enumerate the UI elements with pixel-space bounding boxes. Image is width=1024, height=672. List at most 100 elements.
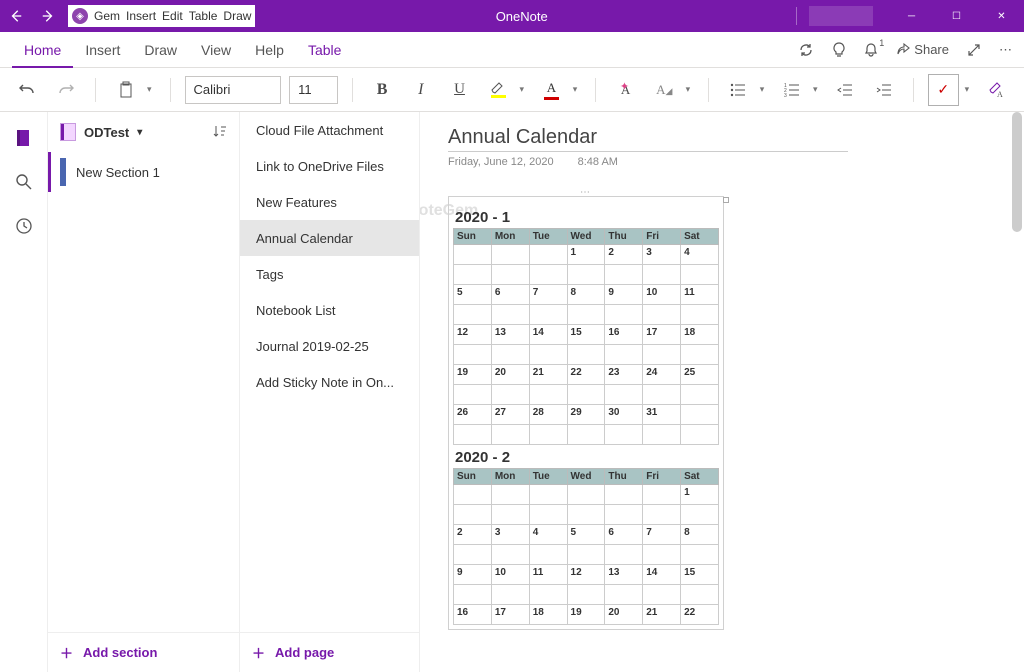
calendar-cell[interactable] [567,385,605,405]
more-button[interactable]: ⋯ [999,42,1012,58]
calendar-cell[interactable] [567,265,605,285]
close-button[interactable]: ✕ [979,0,1024,32]
calendar-cell[interactable] [529,545,567,565]
calendar-cell[interactable]: 10 [643,285,681,305]
page-item[interactable]: Tags [240,256,419,292]
minimize-button[interactable]: ─ [889,0,934,32]
styles-dropdown[interactable]: ▾ [686,84,691,95]
font-color-button[interactable]: A [536,74,567,106]
page-item[interactable]: Notebook List [240,292,419,328]
calendar-cell[interactable] [643,585,681,605]
search-button[interactable] [4,162,44,202]
calendar-cell[interactable] [454,505,492,525]
add-page-button[interactable]: ＋ Add page [240,632,419,672]
calendar-cell[interactable] [491,545,529,565]
calendar-cell[interactable] [529,485,567,505]
calendar-cell[interactable] [567,545,605,565]
calendar-cell[interactable] [681,405,719,425]
calendar-cell[interactable] [491,585,529,605]
calendar-cell[interactable] [454,485,492,505]
calendar-cell[interactable] [605,425,643,445]
page-item[interactable]: Annual Calendar [240,220,419,256]
calendar-cell[interactable]: 16 [605,325,643,345]
calendar-cell[interactable] [643,385,681,405]
calendar-cell[interactable]: 1 [567,245,605,265]
calendar-cell[interactable] [681,545,719,565]
calendar-cell[interactable] [643,505,681,525]
notebooks-button[interactable] [4,118,44,158]
calendar-cell[interactable] [529,345,567,365]
italic-button[interactable]: I [405,74,436,106]
calendar-cell[interactable]: 15 [681,565,719,585]
calendar-cell[interactable]: 10 [491,565,529,585]
calendar-cell[interactable] [605,585,643,605]
notebook-picker[interactable]: ODTest ▾ [48,112,239,152]
page-item[interactable]: Add Sticky Note in On... [240,364,419,400]
bullets-dropdown[interactable]: ▾ [760,84,765,95]
highlight-dropdown[interactable]: ▾ [520,84,525,95]
page-item[interactable]: New Features [240,184,419,220]
calendar-cell[interactable] [529,385,567,405]
calendar-cell[interactable] [529,265,567,285]
redo-button[interactable] [51,74,82,106]
section-item[interactable]: New Section 1 [48,152,239,192]
calendar-cell[interactable]: 19 [567,605,605,625]
calendar-cell[interactable] [681,385,719,405]
calendar-cell[interactable]: 12 [567,565,605,585]
calendar-cell[interactable]: 31 [643,405,681,425]
calendar-cell[interactable]: 17 [643,325,681,345]
indent-button[interactable] [868,74,899,106]
calendar-cell[interactable]: 20 [605,605,643,625]
number-list-button[interactable]: 123 [776,74,807,106]
bold-button[interactable]: B [367,74,398,106]
clear-formatting-button[interactable]: A✦ [610,74,641,106]
calendar-cell[interactable]: 24 [643,365,681,385]
sync-button[interactable] [798,42,814,58]
numbers-dropdown[interactable]: ▾ [813,84,818,95]
calendar-cell[interactable] [605,385,643,405]
calendar-cell[interactable]: 21 [529,365,567,385]
calendar-cell[interactable]: 7 [643,525,681,545]
recent-button[interactable] [4,206,44,246]
calendar-cell[interactable] [643,485,681,505]
calendar-cell[interactable]: 18 [681,325,719,345]
calendar-cell[interactable]: 15 [567,325,605,345]
calendar-cell[interactable] [605,345,643,365]
calendar-cell[interactable]: 8 [681,525,719,545]
calendar-cell[interactable] [454,425,492,445]
gem-item-table[interactable]: Table [189,9,218,23]
calendar-cell[interactable]: 14 [643,565,681,585]
styles-button[interactable]: A◢ [649,74,680,106]
underline-button[interactable]: U [444,74,475,106]
format-painter-button[interactable]: A [981,74,1012,106]
maximize-button[interactable]: ☐ [934,0,979,32]
calendar-cell[interactable]: 18 [529,605,567,625]
tab-table[interactable]: Table [296,32,353,68]
calendar-cell[interactable] [491,265,529,285]
calendar-cell[interactable] [605,265,643,285]
calendar-cell[interactable]: 17 [491,605,529,625]
page-item[interactable]: Cloud File Attachment [240,112,419,148]
page-item[interactable]: Link to OneDrive Files [240,148,419,184]
calendar-cell[interactable] [454,585,492,605]
clipboard-button[interactable] [110,74,141,106]
calendar-cell[interactable]: 9 [454,565,492,585]
tab-insert[interactable]: Insert [73,32,132,68]
calendar-cell[interactable]: 30 [605,405,643,425]
calendar-cell[interactable] [491,245,529,265]
tab-view[interactable]: View [189,32,243,68]
calendar-cell[interactable] [491,305,529,325]
gem-item-edit[interactable]: Edit [162,9,183,23]
calendar-cell[interactable] [567,505,605,525]
calendar-table[interactable]: SunMonTueWedThuFriSat1234567891011121314… [453,228,719,445]
bullet-list-button[interactable] [723,74,754,106]
calendar-cell[interactable] [529,425,567,445]
calendar-cell[interactable] [529,305,567,325]
tab-draw[interactable]: Draw [132,32,189,68]
calendar-cell[interactable] [643,425,681,445]
note-container[interactable]: 2020 - 1SunMonTueWedThuFriSat12345678910… [448,196,724,630]
calendar-cell[interactable]: 16 [454,605,492,625]
calendar-cell[interactable] [454,265,492,285]
calendar-cell[interactable] [605,485,643,505]
calendar-cell[interactable] [605,545,643,565]
